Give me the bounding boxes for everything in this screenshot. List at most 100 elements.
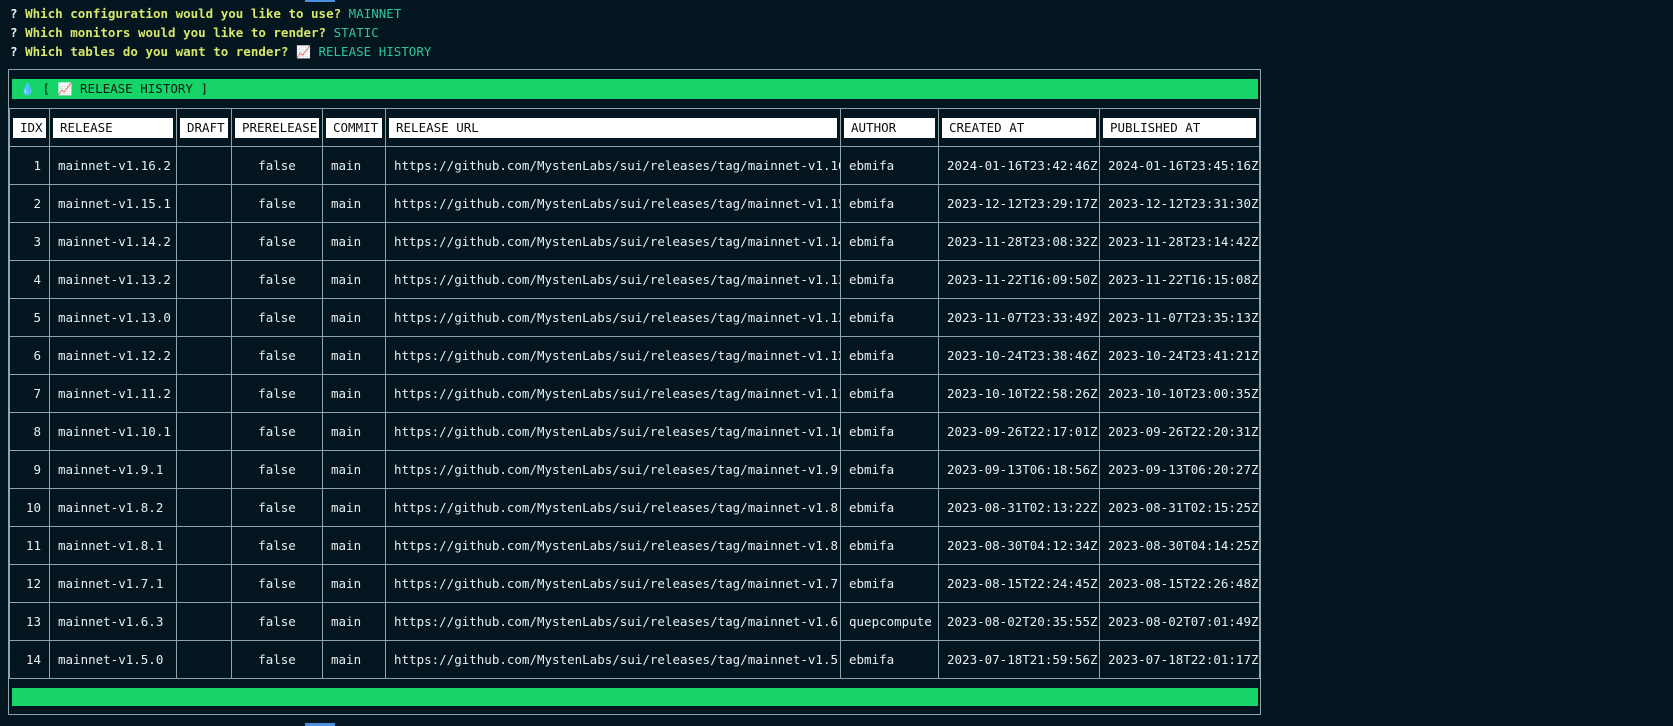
cell-draft	[176, 526, 232, 565]
table-row[interactable]: 11 mainnet-v1.8.1 false main https://github.…	[9, 526, 1260, 565]
cell-release-url[interactable]: https://github.com/MystenLabs/sui/releas…	[385, 184, 841, 223]
column-header-created-at[interactable]: CREATED AT	[938, 108, 1100, 147]
cell-commit: main	[322, 602, 386, 641]
cell-prerelease: false	[231, 260, 323, 299]
cell-release-url[interactable]: https://github.com/MystenLabs/sui/releas…	[385, 640, 841, 679]
cell-release-url[interactable]: https://github.com/MystenLabs/sui/releas…	[385, 602, 841, 641]
cell-published-at: 2023-09-13T06:20:27Z	[1099, 450, 1260, 489]
cell-author: ebmifa	[840, 564, 939, 603]
prompt-answer[interactable]: RELEASE HISTORY	[318, 44, 431, 59]
cell-draft	[176, 336, 232, 375]
cell-commit: main	[322, 146, 386, 185]
title-bracket-open: [	[42, 81, 51, 96]
cell-draft	[176, 260, 232, 299]
table-row[interactable]: 3 mainnet-v1.14.2 false main https://github.…	[9, 222, 1260, 261]
table-row[interactable]: 14 mainnet-v1.5.0 false main https://github.…	[9, 640, 1260, 679]
column-header-published-at[interactable]: PUBLISHED AT	[1099, 108, 1260, 147]
table-row[interactable]: 8 mainnet-v1.10.1 false main https://github.…	[9, 412, 1260, 451]
cell-commit: main	[322, 450, 386, 489]
cell-author: ebmifa	[840, 488, 939, 527]
table-row[interactable]: 7 mainnet-v1.11.2 false main https://github.…	[9, 374, 1260, 413]
column-header-release[interactable]: RELEASE	[49, 108, 177, 147]
table-row[interactable]: 10 mainnet-v1.8.2 false main https://github.…	[9, 488, 1260, 527]
cell-prerelease: false	[231, 222, 323, 261]
cell-release-url[interactable]: https://github.com/MystenLabs/sui/releas…	[385, 488, 841, 527]
cell-release: mainnet-v1.15.1	[49, 184, 177, 223]
table-row[interactable]: 9 mainnet-v1.9.1 false main https://github.c…	[9, 450, 1260, 489]
cell-release-url[interactable]: https://github.com/MystenLabs/sui/releas…	[385, 374, 841, 413]
table-row[interactable]: 13 mainnet-v1.6.3 false main https://github.…	[9, 602, 1260, 641]
table-row[interactable]: 5 mainnet-v1.13.0 false main https://github.…	[9, 298, 1260, 337]
question-mark-icon: ?	[10, 6, 18, 21]
prompt-list: ? Which configuration would you like to …	[10, 4, 431, 62]
cell-release-url[interactable]: https://github.com/MystenLabs/sui/releas…	[385, 222, 841, 261]
column-header-idx[interactable]: IDX	[9, 108, 50, 147]
cell-published-at: 2023-08-30T04:14:25Z	[1099, 526, 1260, 565]
cell-idx: 5	[9, 298, 50, 337]
cell-published-at: 2024-01-16T23:45:16Z	[1099, 146, 1260, 185]
cell-published-at: 2023-09-26T22:20:31Z	[1099, 412, 1260, 451]
cell-author: ebmifa	[840, 222, 939, 261]
prompt-answer[interactable]: STATIC	[334, 25, 379, 40]
cell-author: ebmifa	[840, 184, 939, 223]
table-row[interactable]: 4 mainnet-v1.13.2 false main https://github.…	[9, 260, 1260, 299]
cell-draft	[176, 184, 232, 223]
panel-title: RELEASE HISTORY	[80, 81, 193, 96]
cell-release-url[interactable]: https://github.com/MystenLabs/sui/releas…	[385, 146, 841, 185]
cell-created-at: 2023-12-12T23:29:17Z	[938, 184, 1100, 223]
cell-published-at: 2023-10-10T23:00:35Z	[1099, 374, 1260, 413]
column-header-release-url[interactable]: RELEASE URL	[385, 108, 841, 147]
cell-release-url[interactable]: https://github.com/MystenLabs/sui/releas…	[385, 564, 841, 603]
table-row[interactable]: 1 mainnet-v1.16.2 false main https://github.…	[9, 146, 1260, 185]
prompt-answer[interactable]: MAINNET	[349, 6, 402, 21]
cell-idx: 12	[9, 564, 50, 603]
cell-idx: 3	[9, 222, 50, 261]
cell-release: mainnet-v1.9.1	[49, 450, 177, 489]
cell-commit: main	[322, 222, 386, 261]
prompt-monitors: ? Which monitors would you like to rende…	[10, 23, 431, 42]
cell-author: quepcompute	[840, 602, 939, 641]
cell-author: ebmifa	[840, 374, 939, 413]
cell-prerelease: false	[231, 526, 323, 565]
cell-idx: 1	[9, 146, 50, 185]
cell-created-at: 2023-11-22T16:09:50Z	[938, 260, 1100, 299]
cell-commit: main	[322, 298, 386, 337]
cell-prerelease: false	[231, 298, 323, 337]
cell-created-at: 2023-10-10T22:58:26Z	[938, 374, 1100, 413]
cell-author: ebmifa	[840, 526, 939, 565]
column-header-author[interactable]: AUTHOR	[840, 108, 939, 147]
cell-published-at: 2023-12-12T23:31:30Z	[1099, 184, 1260, 223]
cell-idx: 2	[9, 184, 50, 223]
cell-created-at: 2023-08-02T20:35:55Z	[938, 602, 1100, 641]
scroll-indicator-top	[305, 0, 335, 2]
release-table: IDX RELEASE DRAFT PRERELEASE COMMIT RELE…	[9, 108, 1260, 679]
cell-release-url[interactable]: https://github.com/MystenLabs/sui/releas…	[385, 336, 841, 375]
cell-draft	[176, 298, 232, 337]
cell-release-url[interactable]: https://github.com/MystenLabs/sui/releas…	[385, 450, 841, 489]
table-row[interactable]: 6 mainnet-v1.12.2 false main https://github.…	[9, 336, 1260, 375]
cell-published-at: 2023-11-28T23:14:42Z	[1099, 222, 1260, 261]
cell-commit: main	[322, 374, 386, 413]
table-row[interactable]: 2 mainnet-v1.15.1 false main https://github.…	[9, 184, 1260, 223]
cell-release-url[interactable]: https://github.com/MystenLabs/sui/releas…	[385, 412, 841, 451]
cell-release-url[interactable]: https://github.com/MystenLabs/sui/releas…	[385, 526, 841, 565]
cell-prerelease: false	[231, 146, 323, 185]
cell-author: ebmifa	[840, 336, 939, 375]
column-header-draft[interactable]: DRAFT	[176, 108, 232, 147]
column-header-prerelease[interactable]: PRERELEASE	[231, 108, 323, 147]
cell-commit: main	[322, 488, 386, 527]
cell-idx: 11	[9, 526, 50, 565]
column-header-commit[interactable]: COMMIT	[322, 108, 386, 147]
cell-created-at: 2023-08-15T22:24:45Z	[938, 564, 1100, 603]
cell-release: mainnet-v1.16.2	[49, 146, 177, 185]
cell-published-at: 2023-11-22T16:15:08Z	[1099, 260, 1260, 299]
title-bracket-close: ]	[200, 81, 208, 96]
cell-release: mainnet-v1.11.2	[49, 374, 177, 413]
cell-release-url[interactable]: https://github.com/MystenLabs/sui/releas…	[385, 260, 841, 299]
table-row[interactable]: 12 mainnet-v1.7.1 false main https://github.…	[9, 564, 1260, 603]
cell-author: ebmifa	[840, 298, 939, 337]
cell-published-at: 2023-11-07T23:35:13Z	[1099, 298, 1260, 337]
cell-created-at: 2023-09-26T22:17:01Z	[938, 412, 1100, 451]
cell-release: mainnet-v1.7.1	[49, 564, 177, 603]
cell-release-url[interactable]: https://github.com/MystenLabs/sui/releas…	[385, 298, 841, 337]
